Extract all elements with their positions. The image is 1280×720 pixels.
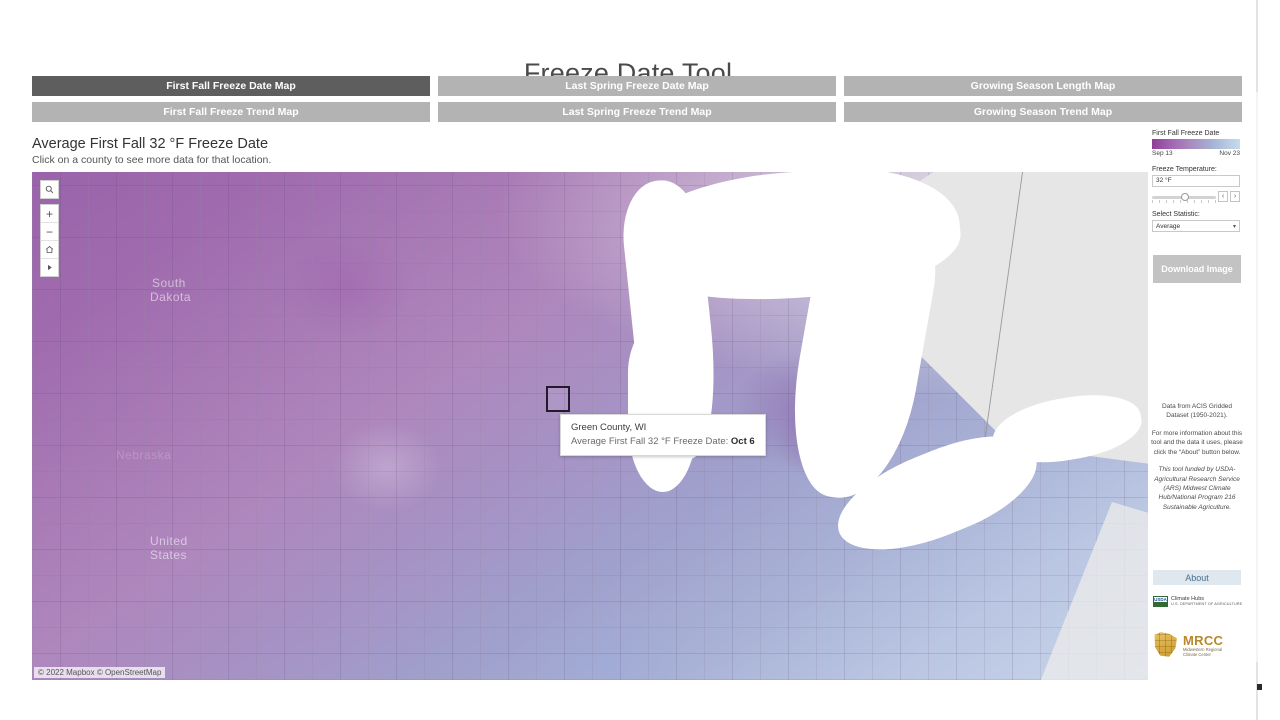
mrcc-logo-name: MRCC xyxy=(1183,632,1224,648)
home-icon[interactable] xyxy=(41,240,58,258)
mrcc-logo-sub1: Midwestern Regional xyxy=(1183,646,1223,652)
choropleth-map[interactable]: South Dakota United States Nebraska Gree… xyxy=(32,172,1148,680)
legend-max-label: Nov 23 xyxy=(1219,150,1240,157)
usda-logo-line2: U.S. DEPARTMENT OF AGRICULTURE xyxy=(1171,601,1243,606)
map-search-control[interactable] xyxy=(40,180,59,199)
usda-climate-hubs-logo: USDA Climate Hubs U.S. DEPARTMENT OF AGR… xyxy=(1153,594,1243,608)
map-zoom-controls[interactable]: + − xyxy=(40,204,59,277)
control-panel: First Fall Freeze Date Sep 13 Nov 23 Fre… xyxy=(1152,130,1242,232)
mrcc-logo: MRCC Midwestern Regional Climate Center xyxy=(1153,628,1243,662)
tab-growing-season-trend-map[interactable]: Growing Season Trend Map xyxy=(844,102,1242,122)
legend-ticks: Sep 13 Nov 23 xyxy=(1152,150,1240,157)
legend-color-bar xyxy=(1152,139,1240,149)
freeze-date-tool-app: Freeze Date Tool First Fall Freeze Date … xyxy=(0,0,1280,720)
pan-icon[interactable] xyxy=(41,258,58,276)
download-image-button[interactable]: Download Image xyxy=(1153,255,1241,283)
tooltip-county-name: Green County, WI xyxy=(571,422,647,433)
tab-first-fall-freeze-trend-map[interactable]: First Fall Freeze Trend Map xyxy=(32,102,430,122)
tab-last-spring-freeze-trend-map[interactable]: Last Spring Freeze Trend Map xyxy=(438,102,836,122)
info-paragraph-funding: This tool funded by USDA-Agricultural Re… xyxy=(1154,466,1240,511)
slider-knob[interactable] xyxy=(1181,192,1190,201)
info-paragraph-more-info: For more information about this tool and… xyxy=(1151,429,1243,456)
mrcc-logo-sub2: Climate Center xyxy=(1183,651,1211,657)
scroll-end-marker xyxy=(1257,684,1262,690)
mrcc-map-icon xyxy=(1154,632,1177,657)
tooltip-metric-value: Oct 6 xyxy=(730,436,755,447)
select-statistic-value: Average xyxy=(1156,222,1181,230)
tab-growing-season-length-map[interactable]: Growing Season Length Map xyxy=(844,76,1242,96)
select-statistic-field: Select Statistic: Average ▾ xyxy=(1152,211,1242,232)
county-tooltip: Green County, WI Average First Fall 32 °… xyxy=(560,414,766,456)
zoom-in-button[interactable]: + xyxy=(41,205,58,222)
legend-min-label: Sep 13 xyxy=(1152,150,1173,157)
freeze-temperature-slider[interactable] xyxy=(1152,192,1216,203)
select-statistic-dropdown[interactable]: Average ▾ xyxy=(1152,220,1240,232)
map-attribution[interactable]: © 2022 Mapbox © OpenStreetMap xyxy=(34,667,166,678)
freeze-temperature-input[interactable]: 32 °F xyxy=(1152,175,1240,187)
freeze-temperature-label: Freeze Temperature: xyxy=(1152,166,1217,173)
map-heading: Average First Fall 32 °F Freeze Date Cli… xyxy=(32,136,632,166)
zoom-out-button[interactable]: − xyxy=(41,222,58,240)
tab-last-spring-freeze-date-map[interactable]: Last Spring Freeze Date Map xyxy=(438,76,836,96)
tooltip-metric: Average First Fall 32 °F Freeze Date: Oc… xyxy=(571,436,755,447)
usda-icon: USDA xyxy=(1153,595,1168,607)
map-title: Average First Fall 32 °F Freeze Date xyxy=(32,136,269,152)
search-icon[interactable] xyxy=(41,181,58,198)
tooltip-metric-label: Average First Fall 32 °F Freeze Date: xyxy=(571,436,729,447)
chevron-down-icon: ▾ xyxy=(1232,223,1236,230)
info-paragraph-dataset: Data from ACIS Gridded Dataset (1950-202… xyxy=(1161,403,1233,420)
about-button[interactable]: About xyxy=(1153,570,1241,585)
legend-title: First Fall Freeze Date xyxy=(1152,130,1220,137)
select-statistic-label: Select Statistic: xyxy=(1152,211,1200,218)
tab-first-fall-freeze-date-map[interactable]: First Fall Freeze Date Map xyxy=(32,76,430,96)
lake-michigan-south xyxy=(628,322,698,492)
panel-info-text: Data from ACIS Gridded Dataset (1950-202… xyxy=(1151,402,1243,520)
map-subtitle: Click on a county to see more data for t… xyxy=(32,154,272,166)
tab-bar: First Fall Freeze Date Map Last Spring F… xyxy=(32,76,1242,122)
freeze-temperature-slider-row: ‹ › xyxy=(1152,191,1240,203)
selected-county-highlight[interactable] xyxy=(546,386,570,412)
page-scrollbar-thumb[interactable] xyxy=(1256,92,1258,662)
slider-prev-button[interactable]: ‹ xyxy=(1218,191,1228,202)
slider-next-button[interactable]: › xyxy=(1230,191,1240,202)
freeze-temperature-field: Freeze Temperature: 32 °F ‹ › xyxy=(1152,166,1242,203)
page-scrollbar[interactable] xyxy=(1256,0,1258,720)
